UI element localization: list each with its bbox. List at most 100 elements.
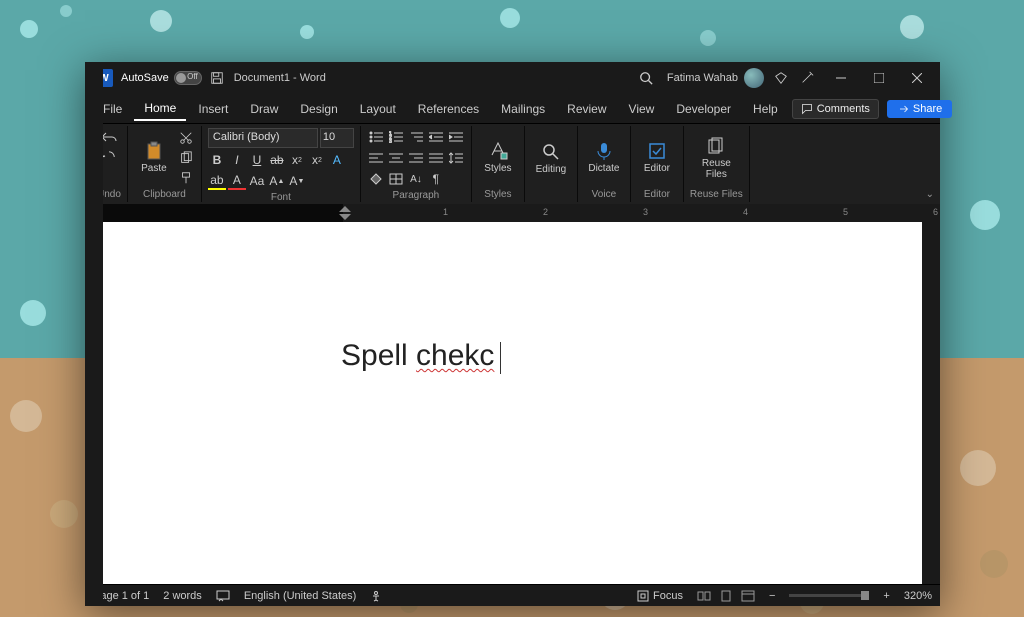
group-clipboard: Paste Clipboard [128, 126, 202, 202]
zoom-out-button[interactable]: − [769, 590, 775, 602]
print-layout-icon[interactable] [719, 590, 733, 602]
document-title: Document1 - Word [234, 72, 326, 84]
subscript-button[interactable]: x2 [288, 151, 306, 169]
group-editor: Editor Editor [631, 126, 684, 202]
word-count[interactable]: 2 words [163, 590, 202, 602]
save-icon[interactable] [210, 71, 224, 85]
text-effects-button[interactable]: A [328, 151, 346, 169]
autosave-toggle[interactable]: AutoSave Off [121, 71, 202, 85]
italic-button[interactable]: I [228, 151, 246, 169]
bold-button[interactable]: B [208, 151, 226, 169]
find-icon [541, 142, 561, 162]
editor-button[interactable]: Editor [637, 139, 677, 176]
highlight-button[interactable]: ab [208, 172, 226, 190]
bullets-button[interactable] [367, 128, 385, 146]
diamond-icon[interactable] [774, 71, 788, 85]
numbering-button[interactable]: 123 [387, 128, 405, 146]
tab-layout[interactable]: Layout [350, 98, 406, 120]
decrease-indent-button[interactable] [427, 128, 445, 146]
multilevel-list-button[interactable] [407, 128, 425, 146]
align-left-button[interactable] [367, 149, 385, 167]
styles-button[interactable]: Styles [478, 139, 518, 176]
font-color-button[interactable]: A [228, 172, 246, 190]
group-styles: Styles Styles [472, 126, 525, 202]
editing-button[interactable]: Editing [531, 140, 571, 177]
zoom-in-button[interactable]: + [883, 590, 889, 602]
reuse-files-button[interactable]: Reuse Files [696, 134, 736, 182]
search-icon[interactable] [639, 71, 653, 85]
shading-button[interactable] [367, 170, 385, 188]
change-case-button[interactable]: Aa [248, 172, 266, 190]
increase-indent-button[interactable] [447, 128, 465, 146]
font-name-select[interactable]: Calibri (Body) [208, 128, 318, 148]
line-spacing-button[interactable] [447, 149, 465, 167]
document-page[interactable]: Spell chekc [103, 222, 922, 584]
share-icon [897, 103, 909, 115]
grow-font-button[interactable]: A▲ [268, 172, 286, 190]
reuse-files-icon [706, 136, 726, 156]
format-painter-button[interactable] [177, 169, 195, 187]
group-label-styles: Styles [484, 187, 511, 200]
superscript-button[interactable]: x2 [308, 151, 326, 169]
shrink-font-button[interactable]: A▼ [288, 172, 306, 190]
document-text[interactable]: Spell chekc [341, 337, 501, 374]
indent-marker-icon[interactable] [339, 206, 351, 220]
web-layout-icon[interactable] [741, 590, 755, 602]
language-status[interactable]: English (United States) [244, 590, 357, 602]
tab-review[interactable]: Review [557, 98, 616, 120]
align-center-button[interactable] [387, 149, 405, 167]
group-label-editor: Editor [644, 187, 670, 200]
toggle-switch-icon: Off [174, 71, 202, 85]
strikethrough-button[interactable]: ab [268, 151, 286, 169]
pen-icon[interactable] [800, 71, 814, 85]
tab-home[interactable]: Home [134, 97, 186, 121]
paste-icon [144, 141, 164, 161]
cut-button[interactable] [177, 129, 195, 147]
tab-draw[interactable]: Draw [240, 98, 288, 120]
maximize-button[interactable] [860, 62, 898, 94]
share-button[interactable]: Share [887, 100, 952, 118]
borders-button[interactable] [387, 170, 405, 188]
comments-button[interactable]: Comments [792, 99, 879, 119]
show-marks-button[interactable]: ¶ [427, 170, 445, 188]
vertical-ruler[interactable] [85, 222, 103, 584]
minimize-button[interactable] [822, 62, 860, 94]
group-label-paragraph: Paragraph [393, 188, 440, 201]
svg-text:3: 3 [389, 139, 392, 143]
close-button[interactable] [898, 62, 936, 94]
word-window: W AutoSave Off Document1 - Word Fatima W… [85, 62, 940, 606]
group-paragraph: 123 A↓ ¶ Par [361, 126, 472, 202]
group-label-font: Font [271, 190, 291, 203]
group-label-voice: Voice [592, 187, 616, 200]
tab-references[interactable]: References [408, 98, 489, 120]
group-label-clipboard: Clipboard [143, 187, 186, 200]
align-right-button[interactable] [407, 149, 425, 167]
styles-icon [488, 141, 508, 161]
justify-button[interactable] [427, 149, 445, 167]
underline-button[interactable]: U [248, 151, 266, 169]
autosave-label: AutoSave [121, 72, 169, 84]
tab-mailings[interactable]: Mailings [491, 98, 555, 120]
editor-icon [647, 141, 667, 161]
font-size-select[interactable]: 10 [320, 128, 354, 148]
tab-view[interactable]: View [619, 98, 665, 120]
tab-design[interactable]: Design [290, 98, 347, 120]
collapse-ribbon-button[interactable]: ⌄ [926, 189, 934, 200]
spellcheck-status[interactable] [216, 590, 230, 602]
titlebar: W AutoSave Off Document1 - Word Fatima W… [85, 62, 940, 94]
horizontal-ruler[interactable]: 1 2 3 4 5 6 [85, 204, 940, 222]
sort-button[interactable]: A↓ [407, 170, 425, 188]
paste-button[interactable]: Paste [134, 139, 174, 176]
tab-developer[interactable]: Developer [666, 98, 741, 120]
read-mode-icon[interactable] [697, 590, 711, 602]
dictate-button[interactable]: Dictate [584, 139, 624, 176]
focus-mode-button[interactable]: Focus [637, 590, 683, 602]
tab-insert[interactable]: Insert [188, 98, 238, 120]
accessibility-status[interactable] [370, 590, 382, 602]
user-account[interactable]: Fatima Wahab [667, 68, 764, 88]
zoom-level[interactable]: 320% [904, 590, 932, 602]
group-font: Calibri (Body) 10 B I U ab x2 x2 A ab A … [202, 126, 361, 202]
zoom-slider[interactable] [789, 594, 869, 597]
tab-help[interactable]: Help [743, 98, 788, 120]
copy-button[interactable] [177, 149, 195, 167]
